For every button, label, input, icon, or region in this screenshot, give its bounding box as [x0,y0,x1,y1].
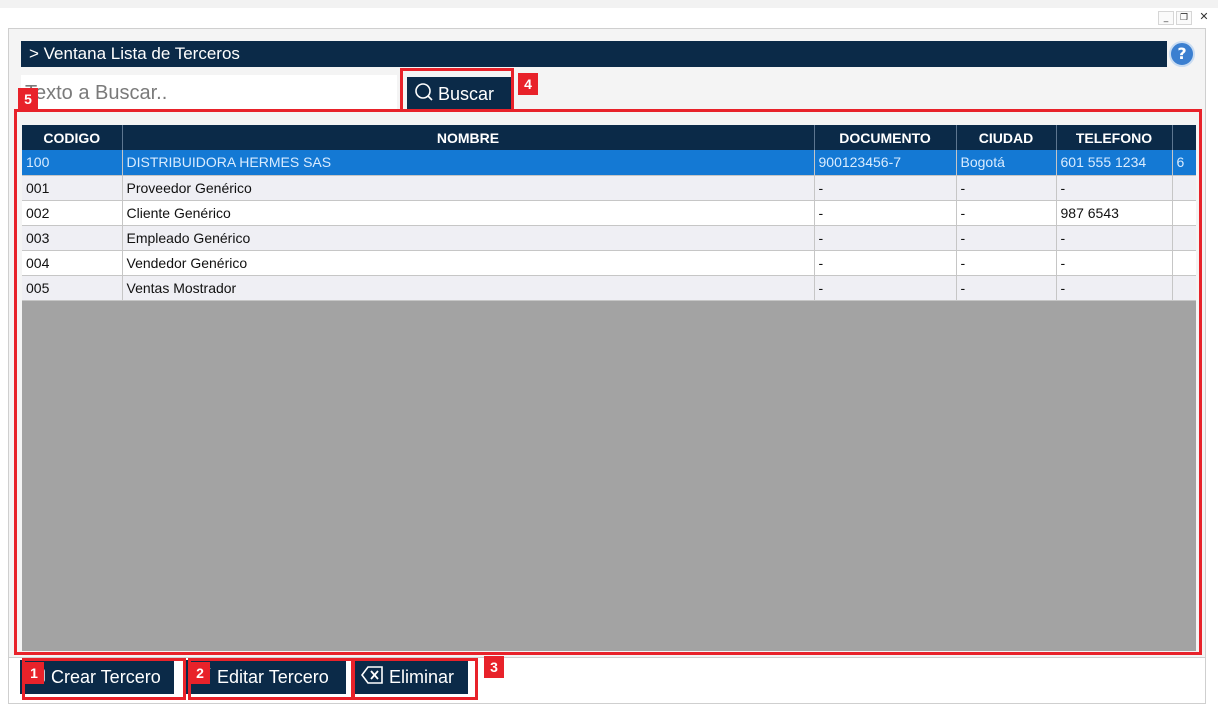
page-title: > Ventana Lista de Terceros [21,41,1167,67]
column-header-ciudad[interactable]: CIUDAD [956,125,1057,150]
cell-ciudad: - [956,200,1057,226]
cell-extra [1172,175,1196,201]
eliminar-label: Eliminar [389,666,455,687]
column-header-codigo[interactable]: CODIGO [22,125,123,150]
table-header-row: CODIGO NOMBRE DOCUMENTO CIUDAD TELEFONO [22,125,1196,150]
cell-extra [1172,225,1196,251]
cell-nombre: Cliente Genérico [122,200,815,226]
cell-ciudad: - [956,250,1057,276]
search-button-label: Buscar [438,83,495,104]
cell-extra [1172,250,1196,276]
cell-telefono: 601 555 1234 [1056,150,1173,176]
help-icon[interactable]: ? [1169,41,1195,67]
restore-icon[interactable]: ❐ [1176,11,1192,25]
app-window: _ ❐ ✕ > Ventana Lista de Terceros ? Busc… [0,8,1218,712]
cell-documento: - [814,175,957,201]
editar-tercero-label: Editar Tercero [217,666,329,687]
column-header-telefono[interactable]: TELEFONO [1056,125,1173,150]
cell-nombre: Ventas Mostrador [122,275,815,301]
cell-extra: 6 [1172,150,1196,176]
close-icon[interactable]: ✕ [1196,11,1212,25]
delete-icon [361,665,385,690]
search-input[interactable] [21,75,397,111]
cell-documento: - [814,250,957,276]
cell-codigo: 003 [22,225,123,251]
column-header-documento[interactable]: DOCUMENTO [814,125,957,150]
badge-2: 2 [190,662,210,684]
eliminar-button[interactable]: Eliminar [354,660,468,694]
crear-tercero-label: Crear Tercero [51,666,161,687]
cell-codigo: 001 [22,175,123,201]
cell-nombre: Empleado Genérico [122,225,815,251]
cell-ciudad: - [956,225,1057,251]
badge-3: 3 [484,656,504,678]
cell-documento: - [814,225,957,251]
table-row[interactable]: 100 DISTRIBUIDORA HERMES SAS 900123456-7… [22,150,1196,176]
cell-nombre: Vendedor Genérico [122,250,815,276]
cell-codigo: 002 [22,200,123,226]
window-controls-bar: _ ❐ ✕ [0,8,1218,28]
cell-telefono: - [1056,225,1173,251]
cell-nombre: Proveedor Genérico [122,175,815,201]
editar-tercero-button[interactable]: Editar Tercero [186,660,346,694]
search-button[interactable]: Buscar [407,77,511,111]
column-header-nombre[interactable]: NOMBRE [122,125,815,150]
cell-telefono: - [1056,250,1173,276]
search-icon [414,82,434,107]
cell-codigo: 004 [22,250,123,276]
table-row[interactable]: 003 Empleado Genérico - - - [22,225,1196,251]
cell-codigo: 100 [22,150,123,176]
cell-documento: 900123456-7 [814,150,957,176]
table-row[interactable]: 002 Cliente Genérico - - 987 6543 [22,200,1196,226]
cell-extra [1172,200,1196,226]
badge-4: 4 [518,73,538,95]
cell-nombre: DISTRIBUIDORA HERMES SAS [122,150,815,176]
main-panel: > Ventana Lista de Terceros ? Buscar COD… [8,28,1206,704]
table-row[interactable]: 005 Ventas Mostrador - - - [22,275,1196,301]
column-header-extra[interactable] [1172,125,1196,150]
minimize-icon[interactable]: _ [1158,11,1174,25]
cell-telefono: - [1056,275,1173,301]
cell-codigo: 005 [22,275,123,301]
badge-5: 5 [18,88,38,110]
table-row[interactable]: 004 Vendedor Genérico - - - [22,250,1196,276]
cell-ciudad: - [956,175,1057,201]
cell-documento: - [814,200,957,226]
os-title-bar [0,0,1218,8]
cell-ciudad: Bogotá [956,150,1057,176]
table-row[interactable]: 001 Proveedor Genérico - - - [22,175,1196,201]
cell-documento: - [814,275,957,301]
terceros-table[interactable]: CODIGO NOMBRE DOCUMENTO CIUDAD TELEFONO … [22,125,1196,651]
cell-telefono: - [1056,175,1173,201]
cell-extra [1172,275,1196,301]
cell-ciudad: - [956,275,1057,301]
cell-telefono: 987 6543 [1056,200,1173,226]
badge-1: 1 [24,662,44,684]
